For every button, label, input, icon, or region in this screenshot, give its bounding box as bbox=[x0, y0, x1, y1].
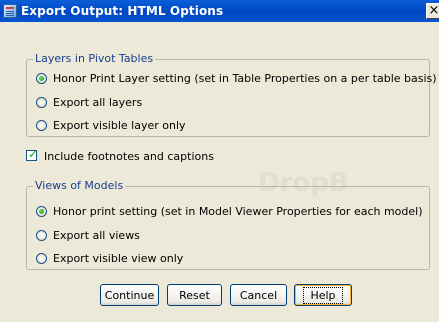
honor-print-layer-label: Honor Print Layer setting (set in Table … bbox=[53, 71, 437, 85]
export-all-layers-label: Export all layers bbox=[53, 95, 143, 109]
radio-icon bbox=[36, 96, 47, 108]
radio-icon bbox=[36, 119, 47, 131]
help-label: Help bbox=[303, 286, 343, 304]
close-button[interactable]: × bbox=[426, 3, 439, 19]
export-all-views-label: Export all views bbox=[53, 228, 140, 242]
continue-button[interactable]: Continue bbox=[100, 284, 159, 306]
reset-button[interactable]: Reset bbox=[167, 284, 222, 306]
check-icon: ✓ bbox=[28, 147, 39, 161]
radio-icon bbox=[36, 229, 47, 241]
reset-label: Reset bbox=[179, 288, 210, 302]
continue-label: Continue bbox=[104, 288, 155, 302]
cancel-button[interactable]: Cancel bbox=[230, 284, 287, 306]
export-all-views-radio[interactable]: Export all views bbox=[36, 228, 140, 242]
radio-icon bbox=[36, 252, 47, 264]
radio-selected-icon bbox=[36, 72, 47, 84]
footnotes-checkbox[interactable]: ✓ bbox=[26, 147, 39, 161]
honor-print-setting-radio[interactable]: Honor print setting (set in Model Viewer… bbox=[36, 204, 423, 218]
layers-group-legend: Layers in Pivot Tables bbox=[33, 52, 156, 65]
honor-print-layer-radio[interactable]: Honor Print Layer setting (set in Table … bbox=[36, 71, 437, 85]
help-button[interactable]: Help bbox=[294, 284, 352, 306]
radio-selected-icon bbox=[36, 205, 47, 217]
models-group-legend: Views of Models bbox=[33, 179, 126, 192]
export-visible-view-label: Export visible view only bbox=[53, 251, 184, 265]
window-title: Export Output: HTML Options bbox=[21, 4, 224, 18]
export-visible-view-radio[interactable]: Export visible view only bbox=[36, 251, 183, 265]
footnotes-label[interactable]: Include footnotes and captions bbox=[44, 150, 214, 163]
app-icon bbox=[3, 4, 17, 18]
title-bar[interactable]: Export Output: HTML Options × bbox=[0, 0, 439, 22]
export-visible-layer-label: Export visible layer only bbox=[53, 118, 186, 132]
cancel-label: Cancel bbox=[239, 288, 278, 302]
export-all-layers-radio[interactable]: Export all layers bbox=[36, 95, 142, 109]
close-icon: × bbox=[428, 3, 439, 18]
honor-print-setting-label: Honor print setting (set in Model Viewer… bbox=[53, 204, 423, 218]
export-visible-layer-radio[interactable]: Export visible layer only bbox=[36, 118, 186, 132]
